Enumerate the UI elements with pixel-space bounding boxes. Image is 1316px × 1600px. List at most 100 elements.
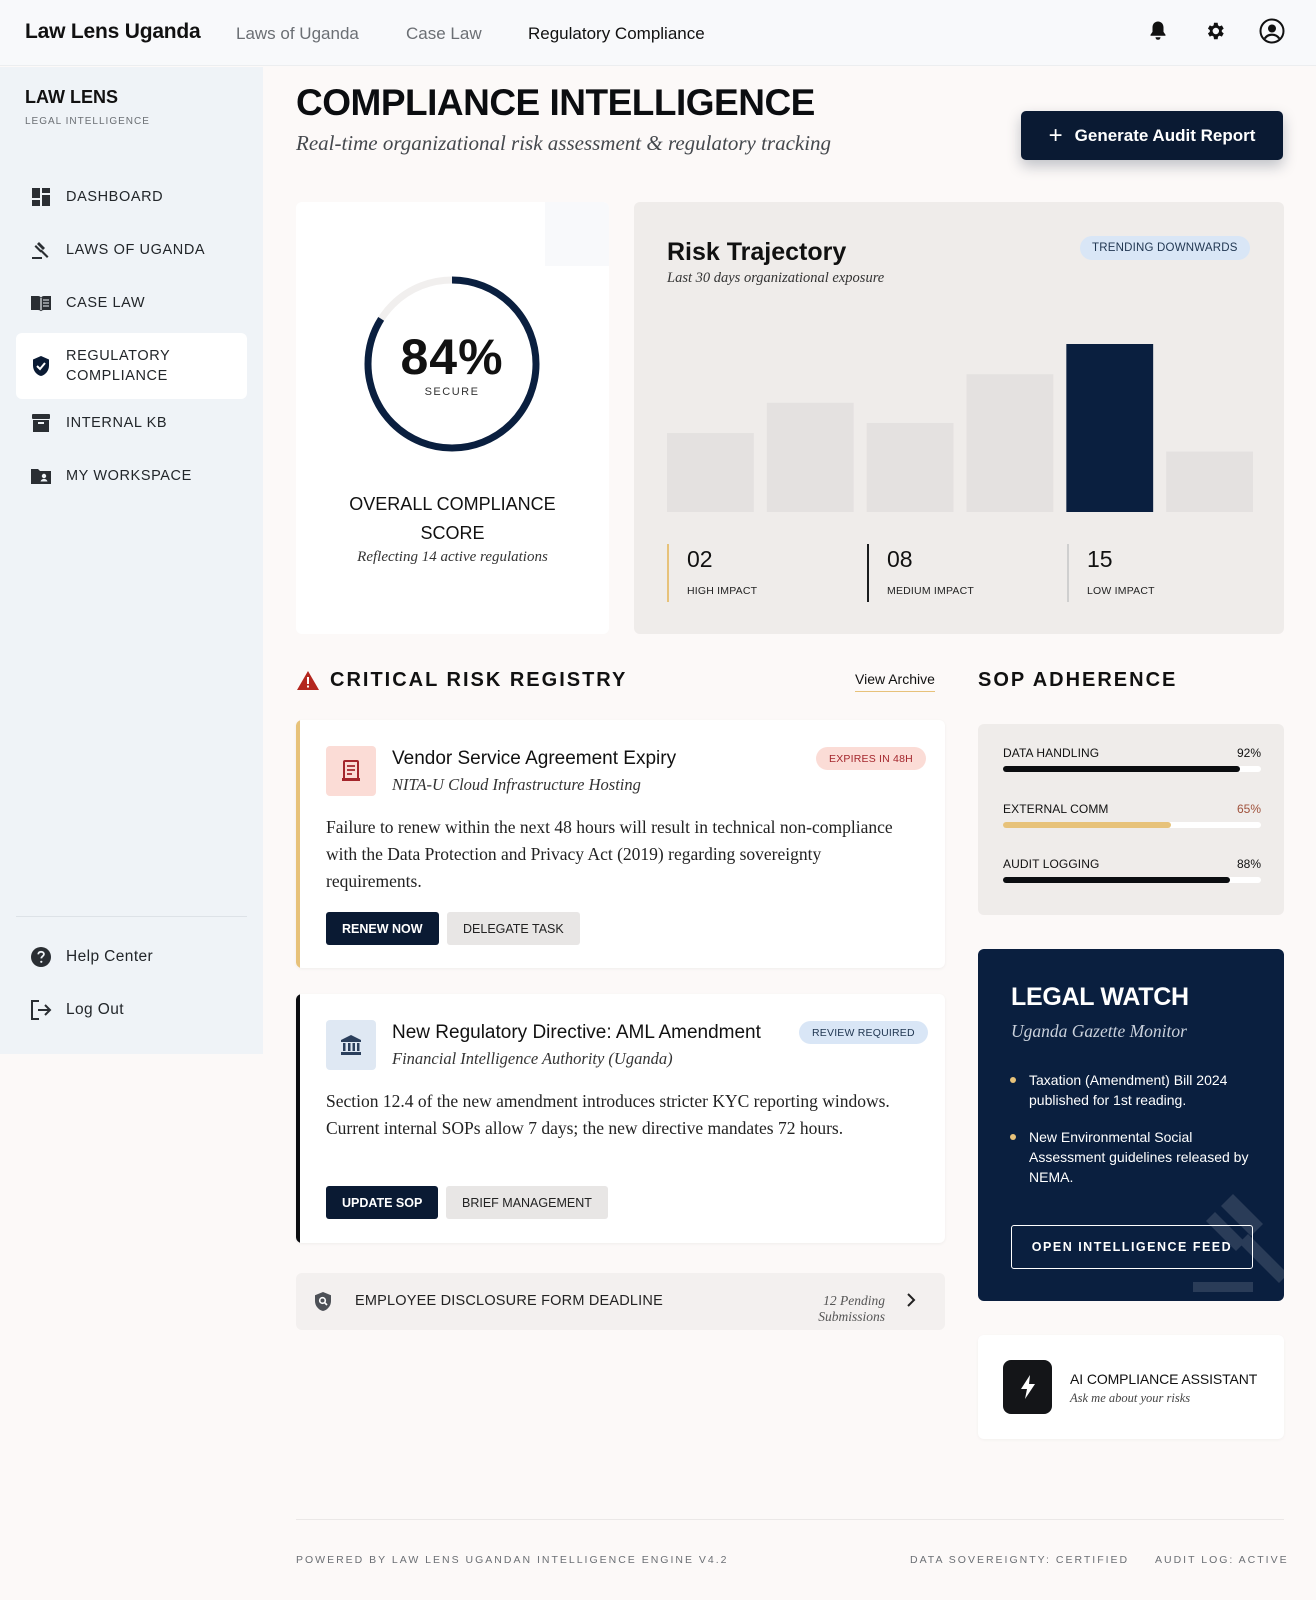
sop-row-data-handling: DATA HANDLING 92%	[1003, 746, 1261, 772]
stat-high-impact: 02 HIGH IMPACT	[667, 544, 757, 602]
sidebar-title: LAW LENS	[25, 87, 118, 107]
sidebar-divider	[16, 916, 247, 917]
footer-audit-log: AUDIT LOG: ACTIVE	[1155, 1554, 1289, 1566]
risk-organization: NITA-U Cloud Infrastructure Hosting	[392, 775, 641, 794]
sop-percent: 88%	[1236, 857, 1261, 871]
critical-risk-registry-title: CRITICAL RISK REGISTRY	[330, 669, 628, 691]
sidebar-item-label: CASE LAW	[66, 295, 146, 311]
help-icon	[30, 946, 52, 968]
contract-icon	[326, 746, 376, 796]
risk-title: Vendor Service Agreement Expiry	[392, 748, 677, 769]
risk-trajectory-card: Risk Trajectory Last 30 days organizatio…	[634, 202, 1284, 634]
pending-submissions: 12 Pending Submissions	[818, 1293, 885, 1324]
risk-trajectory-bars	[667, 344, 1253, 512]
sop-progress-fill	[1003, 877, 1231, 883]
sidebar-item-case-law[interactable]: CASE LAW	[16, 283, 247, 323]
trajectory-bar	[1166, 451, 1253, 512]
folder-user-icon	[30, 465, 52, 487]
shield-icon	[30, 355, 52, 377]
risk-card-aml-amendment: New Regulatory Directive: AML Amendment …	[296, 994, 945, 1243]
update-sop-button[interactable]: UPDATE SOP	[326, 1186, 439, 1219]
brief-management-button[interactable]: BRIEF MANAGEMENT	[446, 1186, 608, 1219]
sop-progress-track	[1003, 766, 1261, 772]
trajectory-bar	[866, 422, 954, 512]
sop-name: DATA HANDLING	[1003, 746, 1100, 760]
sidebar-item-my-workspace[interactable]: MY WORKSPACE	[16, 456, 247, 496]
gavel-icon	[30, 239, 52, 261]
expires-badge: EXPIRES IN 48H	[816, 747, 926, 770]
risk-card-vendor-agreement: Vendor Service Agreement Expiry NITA-U C…	[296, 720, 945, 968]
sidebar-item-label: LAWS OF UGANDA	[66, 242, 206, 258]
sidebar-item-label: DASHBOARD	[66, 189, 164, 205]
sidebar-item-label: INTERNAL KB	[66, 415, 168, 431]
generate-audit-report-button[interactable]: + Generate Audit Report	[1021, 111, 1283, 160]
page-subtitle: Real-time organizational risk assessment…	[296, 131, 832, 155]
deadline-label: EMPLOYEE DISCLOSURE FORM DEADLINE	[355, 1293, 663, 1309]
sidebar-item-regulatory-compliance[interactable]: REGULATORY COMPLIANCE	[16, 333, 247, 399]
trend-badge: TRENDING DOWNWARDS	[1080, 236, 1250, 260]
legal-watch-subtitle: Uganda Gazette Monitor	[1011, 1021, 1187, 1041]
sop-progress-track	[1003, 877, 1261, 883]
account-icon[interactable]	[1259, 18, 1285, 44]
chevron-right-icon[interactable]	[905, 1291, 917, 1314]
legal-watch-item: Taxation (Amendment) Bill 2024 published…	[1010, 1070, 1259, 1110]
view-archive-link[interactable]: View Archive	[855, 671, 935, 692]
sidebar: LAW LENS LEGAL INTELLIGENCE DASHBOARD LA…	[0, 67, 263, 1054]
trajectory-bar	[766, 402, 854, 512]
renew-now-button[interactable]: RENEW NOW	[326, 912, 439, 945]
critical-risk-registry-heading: CRITICAL RISK REGISTRY	[296, 669, 627, 692]
risk-description: Failure to renew within the next 48 hour…	[326, 817, 893, 891]
open-intelligence-feed-button[interactable]: OPEN INTELLIGENCE FEED	[1011, 1225, 1253, 1269]
risk-accent-bar	[296, 720, 300, 968]
ai-assistant-subtitle: Ask me about your risks	[1070, 1391, 1191, 1405]
gear-icon[interactable]	[1202, 18, 1228, 44]
plus-icon: +	[1048, 121, 1063, 149]
nav-case-law[interactable]: Case Law	[406, 24, 482, 44]
legal-watch-item-text: New Environmental Social Assessment guid…	[1029, 1129, 1249, 1185]
stat-number: 02	[687, 546, 713, 572]
ai-compliance-assistant-card[interactable]: AI COMPLIANCE ASSISTANT Ask me about you…	[978, 1335, 1284, 1439]
ai-assistant-title: AI COMPLIANCE ASSISTANT	[1070, 1371, 1258, 1387]
sop-percent: 65%	[1236, 802, 1261, 816]
book-icon	[30, 292, 52, 314]
risk-accent-bar	[296, 994, 300, 1243]
bank-icon	[326, 1020, 376, 1070]
sidebar-subtitle: LEGAL INTELLIGENCE	[25, 116, 150, 127]
help-center-label: Help Center	[66, 948, 154, 965]
logout-icon	[30, 999, 52, 1021]
risk-trajectory-title: Risk Trajectory	[667, 238, 847, 266]
stat-number: 15	[1087, 546, 1113, 572]
sop-row-audit-logging: AUDIT LOGGING 88%	[1003, 857, 1261, 883]
sop-percent: 92%	[1236, 746, 1261, 760]
footer-powered-by: POWERED BY LAW LENS UGANDAN INTELLIGENCE…	[296, 1554, 729, 1566]
sop-progress-track	[1003, 822, 1261, 828]
lightning-icon	[1003, 1360, 1052, 1414]
stat-medium-impact: 08 MEDIUM IMPACT	[867, 544, 974, 602]
employee-disclosure-deadline-row[interactable]: EMPLOYEE DISCLOSURE FORM DEADLINE 12 Pen…	[296, 1273, 945, 1330]
sidebar-item-dashboard[interactable]: DASHBOARD	[16, 177, 247, 217]
risk-trajectory-subtitle: Last 30 days organizational exposure	[667, 270, 885, 286]
sidebar-item-internal-kb[interactable]: INTERNAL KB	[16, 403, 247, 443]
legal-watch-item-text: Taxation (Amendment) Bill 2024 published…	[1029, 1072, 1228, 1108]
sop-progress-fill	[1003, 766, 1241, 772]
page-title: COMPLIANCE INTELLIGENCE	[296, 82, 815, 123]
review-required-badge: REVIEW REQUIRED	[799, 1021, 928, 1044]
card-corner-decoration	[545, 202, 609, 266]
archive-icon	[30, 412, 52, 434]
compliance-score-title: OVERALL COMPLIANCE SCORE	[349, 494, 556, 543]
sop-adherence-heading: SOP ADHERENCE	[978, 669, 1178, 691]
compliance-score-subtitle: Reflecting 14 active regulations	[357, 549, 548, 565]
brand-name[interactable]: Law Lens Uganda	[25, 20, 201, 44]
sop-adherence-card: DATA HANDLING 92% EXTERNAL COMM 65% AUDI…	[978, 724, 1284, 915]
log-out-link[interactable]: Log Out	[16, 990, 124, 1030]
nav-laws-of-uganda[interactable]: Laws of Uganda	[236, 24, 359, 44]
nav-regulatory-compliance[interactable]: Regulatory Compliance	[528, 24, 705, 44]
delegate-task-button[interactable]: DELEGATE TASK	[447, 912, 580, 945]
sidebar-item-laws-of-uganda[interactable]: LAWS OF UGANDA	[16, 230, 247, 270]
risk-description: Section 12.4 of the new amendment introd…	[326, 1091, 890, 1138]
compliance-score-card: 84% SECURE OVERALL COMPLIANCE SCORE Refl…	[296, 202, 609, 634]
bell-icon[interactable]	[1145, 18, 1171, 44]
trajectory-bar	[1066, 344, 1154, 512]
help-center-link[interactable]: Help Center	[16, 937, 153, 977]
sop-name: AUDIT LOGGING	[1003, 857, 1100, 871]
